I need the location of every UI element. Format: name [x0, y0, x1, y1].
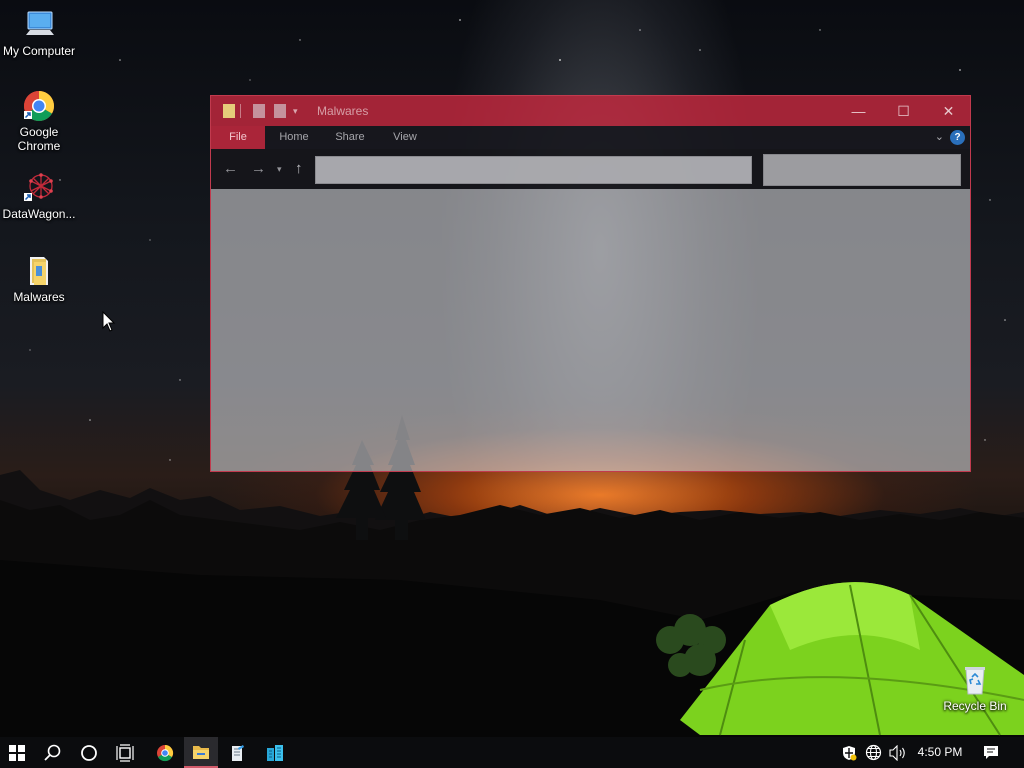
tab-home[interactable]: Home — [271, 126, 317, 149]
file-explorer-icon — [193, 745, 209, 759]
new-folder-icon[interactable] — [274, 104, 286, 118]
taskbar-notepad[interactable] — [220, 737, 254, 768]
tray-network[interactable] — [864, 737, 882, 768]
notepad-icon — [232, 744, 244, 761]
task-view-icon — [116, 743, 134, 762]
search-button[interactable] — [36, 737, 70, 768]
ribbon-tabs: File Home Share View ⌄ ? — [211, 126, 970, 149]
desktop-icon-label: Google Chrome — [17, 125, 61, 153]
action-center-button[interactable] — [978, 737, 1004, 768]
defender-icon — [843, 745, 857, 760]
start-icon — [9, 744, 25, 761]
navigation-bar: ← → ▾ ↑ — [211, 149, 970, 189]
taskbar-file-explorer[interactable] — [184, 737, 218, 768]
taskbar: 4:50 PM — [0, 737, 1024, 768]
desktop-icon-label: Malwares — [13, 290, 65, 304]
search-icon — [44, 744, 61, 761]
desktop-icon-label: DataWagon... — [2, 207, 76, 221]
desktop-icon-my-computer[interactable]: My Computer — [0, 8, 78, 58]
chrome-icon — [22, 89, 56, 123]
search-box[interactable] — [763, 154, 961, 186]
up-arrow-icon[interactable]: ↑ — [295, 160, 303, 177]
desktop-icon-label: My Computer — [2, 44, 76, 58]
mouse-cursor-icon — [102, 311, 116, 332]
maximize-button[interactable]: ☐ — [881, 96, 926, 126]
desktop-icon-google-chrome[interactable]: Google Chrome — [0, 89, 78, 153]
taskbar-clock[interactable]: 4:50 PM — [914, 737, 966, 768]
ribbon-expand-chevron-icon[interactable]: ⌄ — [935, 130, 944, 143]
network-icon — [865, 744, 881, 761]
properties-icon[interactable] — [253, 104, 265, 118]
back-arrow-icon[interactable]: ← — [223, 160, 238, 177]
file-explorer-window[interactable]: ▾ Malwares — ☐ ✕ File Home Share View ⌄ … — [210, 95, 971, 472]
chrome-icon — [157, 744, 174, 761]
file-list-area[interactable] — [211, 189, 970, 471]
taskbar-chrome[interactable] — [148, 737, 182, 768]
desktop-icon-label: Recycle Bin — [943, 699, 1007, 713]
apps-icon — [267, 744, 283, 761]
cortana-button[interactable] — [72, 737, 106, 768]
folder-icon — [223, 104, 235, 118]
computer-icon — [22, 8, 56, 42]
titlebar-divider — [240, 104, 241, 118]
tray-volume[interactable] — [888, 737, 908, 768]
forward-arrow-icon[interactable]: → — [251, 160, 266, 177]
window-titlebar[interactable]: ▾ Malwares — ☐ ✕ — [211, 96, 970, 126]
recycle-bin-icon — [958, 663, 992, 697]
window-title: Malwares — [317, 104, 369, 118]
start-button[interactable] — [0, 737, 34, 768]
cortana-icon — [81, 744, 97, 761]
volume-icon — [889, 744, 905, 761]
quick-access-dropdown-icon[interactable]: ▾ — [293, 106, 301, 116]
taskbar-apps[interactable] — [258, 737, 292, 768]
desktop-icon-malwares[interactable]: Malwares — [0, 254, 78, 304]
help-icon[interactable]: ? — [950, 130, 965, 145]
recent-locations-dropdown-icon[interactable]: ▾ — [277, 164, 282, 175]
datawagon-icon — [22, 171, 56, 205]
minimize-button[interactable]: — — [836, 96, 881, 126]
desktop-icon-recycle-bin[interactable]: Recycle Bin — [936, 663, 1014, 713]
task-view-button[interactable] — [108, 737, 142, 768]
folder-icon — [22, 254, 56, 288]
tray-defender[interactable] — [840, 737, 858, 768]
tab-view[interactable]: View — [383, 126, 427, 149]
action-center-icon — [984, 746, 998, 759]
tab-share[interactable]: Share — [327, 126, 373, 149]
close-button[interactable]: ✕ — [926, 96, 970, 126]
tab-file[interactable]: File — [211, 126, 265, 149]
desktop-icon-datawagon[interactable]: DataWagon... — [0, 171, 78, 221]
address-bar[interactable] — [315, 156, 752, 184]
